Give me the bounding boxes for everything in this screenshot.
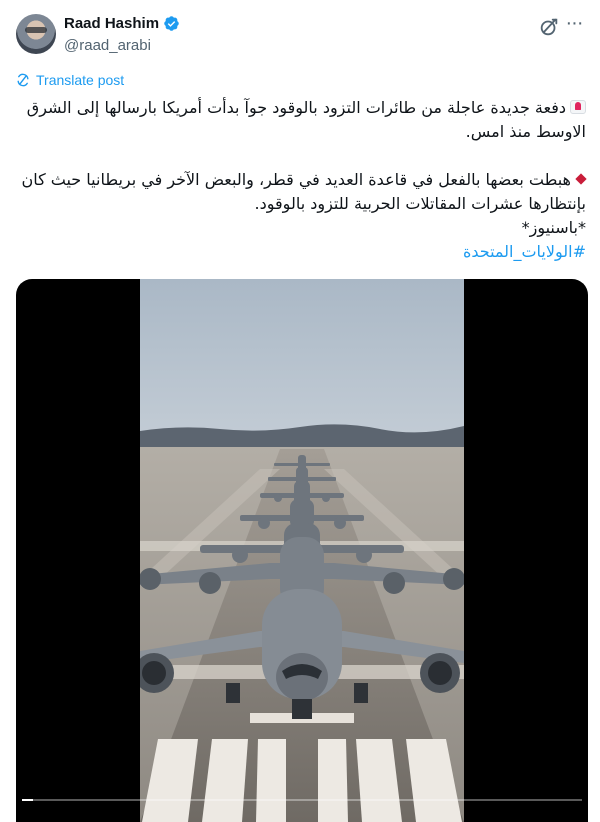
post-paragraph-2: هبطت بعضها بالفعل في قاعدة العديد في قطر…	[16, 168, 586, 216]
police-car-light-emoji-icon	[570, 100, 586, 114]
post-paragraph-1-text: دفعة جديدة عاجلة من طائرات التزود بالوقو…	[26, 98, 586, 141]
author-handle[interactable]: @raad_arabi	[64, 37, 151, 54]
video-progress-bar[interactable]	[22, 799, 582, 801]
avatar[interactable]	[16, 14, 56, 54]
more-icon[interactable]: ···	[564, 13, 584, 38]
author-name-row: Raad Hashim	[64, 15, 180, 32]
translate-label: Translate post	[36, 72, 125, 88]
post-credit: *باسنيوز*	[521, 218, 586, 237]
translate-icon	[17, 73, 29, 87]
author-display-name[interactable]: Raad Hashim	[64, 15, 159, 32]
verified-badge-icon[interactable]	[163, 15, 180, 32]
red-diamond-emoji-icon	[576, 172, 586, 186]
hashtag-link[interactable]: #الولايات_المتحدة	[463, 242, 586, 261]
video-progress-fill	[22, 799, 34, 801]
post-paragraph-1: دفعة جديدة عاجلة من طائرات التزود بالوقو…	[16, 96, 586, 144]
post-paragraph-2-text: هبطت بعضها بالفعل في قاعدة العديد في قطر…	[21, 170, 586, 213]
video-frame-tankers-on-runway	[140, 279, 464, 822]
grok-icon[interactable]	[538, 16, 560, 38]
post-header: Raad Hashim @raad_arabi ···	[16, 12, 584, 62]
translate-post-link[interactable]: Translate post	[16, 72, 124, 88]
video-player[interactable]	[16, 279, 588, 822]
post-text: دفعة جديدة عاجلة من طائرات التزود بالوقو…	[16, 96, 586, 264]
